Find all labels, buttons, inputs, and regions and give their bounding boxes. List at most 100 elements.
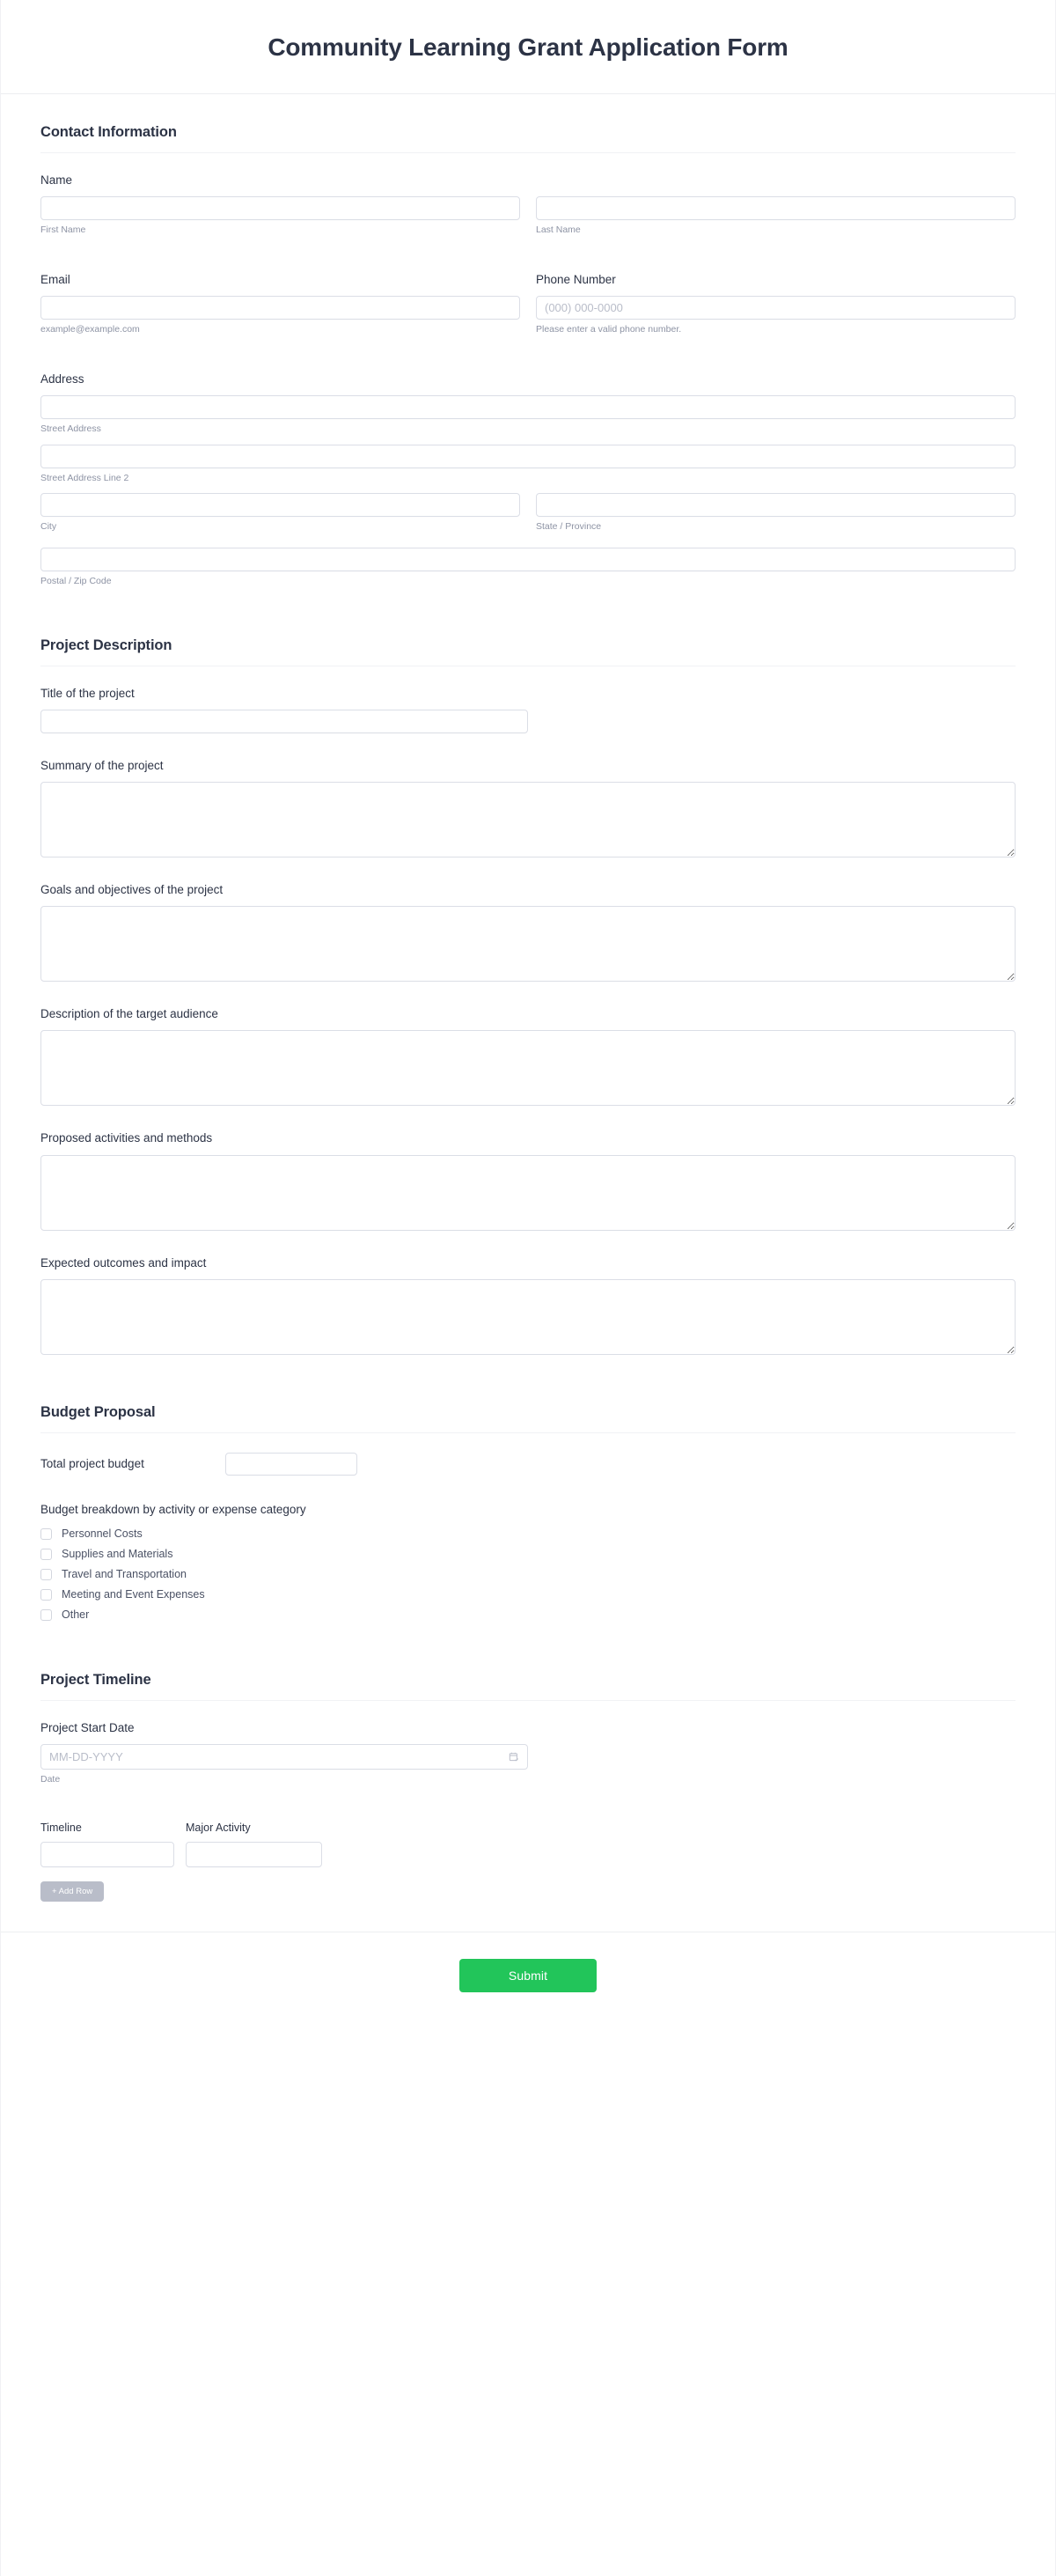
field-target-audience: Description of the target audience <box>40 1006 1016 1107</box>
major-activity-cell <box>186 1841 322 1867</box>
date-input-wrap <box>40 1744 528 1770</box>
project-title-label: Title of the project <box>40 686 135 700</box>
target-audience-textarea[interactable] <box>40 1030 1016 1107</box>
zip-group: Postal / Zip Code <box>40 547 1016 588</box>
contact-fields: Name First Name Last Name Email example@… <box>40 153 1016 588</box>
street-address-2-sublabel: Street Address Line 2 <box>40 472 129 483</box>
page-title: Community Learning Grant Application For… <box>268 33 788 61</box>
major-activity-input[interactable] <box>186 1841 322 1867</box>
section-project-timeline: Project Timeline Project Start Date MM-D… <box>1 1642 1055 1903</box>
phone-input[interactable] <box>536 296 1016 320</box>
checkbox-icon[interactable] <box>40 1548 52 1560</box>
add-row-button[interactable]: + Add Row <box>40 1880 105 1903</box>
timeline-column-header: Timeline <box>40 1821 82 1834</box>
field-name: Name First Name Last Name <box>40 173 1016 237</box>
budget-breakdown-checkbox-group: Personnel Costs Supplies and Materials T… <box>40 1526 1016 1623</box>
timeline-table-header: Timeline Major Activity <box>40 1822 1016 1834</box>
checkbox-icon[interactable] <box>40 1588 52 1601</box>
proposed-activities-textarea[interactable] <box>40 1154 1016 1231</box>
checkbox-row-travel-and-transportation[interactable]: Travel and Transportation <box>40 1566 1016 1582</box>
total-budget-label: Total project budget <box>40 1456 144 1470</box>
section-heading-budget: Budget Proposal <box>40 1403 156 1420</box>
street-address-group: Street Address <box>40 394 1016 436</box>
total-budget-input[interactable] <box>225 1452 357 1476</box>
email-phone-row: Email example@example.com Phone Number P… <box>40 272 1016 336</box>
checkbox-icon[interactable] <box>40 1568 52 1580</box>
field-budget-breakdown: Budget breakdown by activity or expense … <box>40 1502 1016 1623</box>
phone-sublabel: Please enter a valid phone number. <box>536 324 682 335</box>
email-sublabel: example@example.com <box>40 324 140 335</box>
section-heading-contact: Contact Information <box>40 124 177 140</box>
state-province-input[interactable] <box>536 493 1016 518</box>
postal-zip-input[interactable] <box>40 547 1016 571</box>
state-province-sublabel: State / Province <box>536 521 602 533</box>
section-project-description: Project Description Title of the project… <box>1 607 1055 1355</box>
section-heading-wrap: Budget Proposal <box>40 1374 1016 1433</box>
field-timeline-table: Timeline Major Activity + Add Row <box>40 1822 1016 1903</box>
project-start-date-sublabel: Date <box>40 1774 61 1785</box>
first-name-sublabel: First Name <box>40 224 86 236</box>
checkbox-label: Supplies and Materials <box>62 1547 173 1560</box>
city-state-row: City State / Province <box>40 493 1016 534</box>
checkbox-row-personnel-costs[interactable]: Personnel Costs <box>40 1526 1016 1542</box>
checkbox-label: Other <box>62 1608 90 1621</box>
project-goals-label: Goals and objectives of the project <box>40 882 224 896</box>
name-row: First Name Last Name <box>40 196 1016 237</box>
field-proposed-activities: Proposed activities and methods <box>40 1130 1016 1231</box>
field-project-title: Title of the project <box>40 686 1016 733</box>
address-label: Address <box>40 372 84 386</box>
timeline-input[interactable] <box>40 1841 174 1867</box>
grant-application-form: Community Learning Grant Application For… <box>0 0 1056 2576</box>
timeline-cell <box>40 1841 174 1867</box>
target-audience-label: Description of the target audience <box>40 1007 218 1021</box>
checkbox-row-meeting-and-event-expenses[interactable]: Meeting and Event Expenses <box>40 1586 1016 1602</box>
last-name-sublabel: Last Name <box>536 224 581 236</box>
city-sublabel: City <box>40 521 57 533</box>
checkbox-row-other[interactable]: Other <box>40 1607 1016 1623</box>
checkbox-icon[interactable] <box>40 1527 52 1540</box>
checkbox-label: Travel and Transportation <box>62 1567 187 1580</box>
phone-label: Phone Number <box>536 272 616 286</box>
budget-fields: Total project budget Budget breakdown by… <box>40 1433 1016 1623</box>
project-start-date-input[interactable] <box>40 1744 528 1770</box>
state-col: State / Province <box>536 493 1016 534</box>
timeline-table-row <box>40 1841 1016 1867</box>
field-project-summary: Summary of the project <box>40 758 1016 857</box>
first-name-input[interactable] <box>40 196 520 221</box>
field-project-goals: Goals and objectives of the project <box>40 882 1016 983</box>
section-heading-wrap: Project Description <box>40 607 1016 666</box>
last-name-input[interactable] <box>536 196 1016 221</box>
project-fields: Title of the project Summary of the proj… <box>40 666 1016 1355</box>
form-header: Community Learning Grant Application For… <box>1 0 1055 94</box>
email-input[interactable] <box>40 296 520 320</box>
expected-outcomes-textarea[interactable] <box>40 1278 1016 1355</box>
section-heading-project: Project Description <box>40 637 172 653</box>
checkbox-row-supplies-and-materials[interactable]: Supplies and Materials <box>40 1546 1016 1562</box>
phone-col: Phone Number Please enter a valid phone … <box>536 272 1016 336</box>
form-footer: Submit <box>1 1932 1055 2031</box>
field-expected-outcomes: Expected outcomes and impact <box>40 1255 1016 1355</box>
checkbox-label: Meeting and Event Expenses <box>62 1587 205 1601</box>
project-summary-label: Summary of the project <box>40 758 164 772</box>
project-goals-textarea[interactable] <box>40 906 1016 983</box>
last-name-col: Last Name <box>536 196 1016 237</box>
name-label: Name <box>40 173 73 187</box>
section-heading-timeline: Project Timeline <box>40 1672 151 1689</box>
expected-outcomes-label: Expected outcomes and impact <box>40 1255 207 1270</box>
section-heading-wrap: Contact Information <box>40 94 1016 153</box>
field-address: Address Street Address Street Address Li… <box>40 372 1016 588</box>
submit-button[interactable]: Submit <box>459 1959 597 1993</box>
street-address-sublabel: Street Address <box>40 423 101 434</box>
street-address-input[interactable] <box>40 394 1016 419</box>
street-address-2-input[interactable] <box>40 444 1016 468</box>
project-title-input[interactable] <box>40 709 528 733</box>
email-label: Email <box>40 272 70 286</box>
project-start-date-label: Project Start Date <box>40 1721 135 1735</box>
city-input[interactable] <box>40 493 520 518</box>
budget-breakdown-label: Budget breakdown by activity or expense … <box>40 1502 306 1516</box>
project-summary-textarea[interactable] <box>40 781 1016 857</box>
first-name-col: First Name <box>40 196 520 237</box>
checkbox-icon[interactable] <box>40 1608 52 1621</box>
major-activity-column-header: Major Activity <box>186 1821 251 1834</box>
street-address-2-group: Street Address Line 2 <box>40 444 1016 485</box>
